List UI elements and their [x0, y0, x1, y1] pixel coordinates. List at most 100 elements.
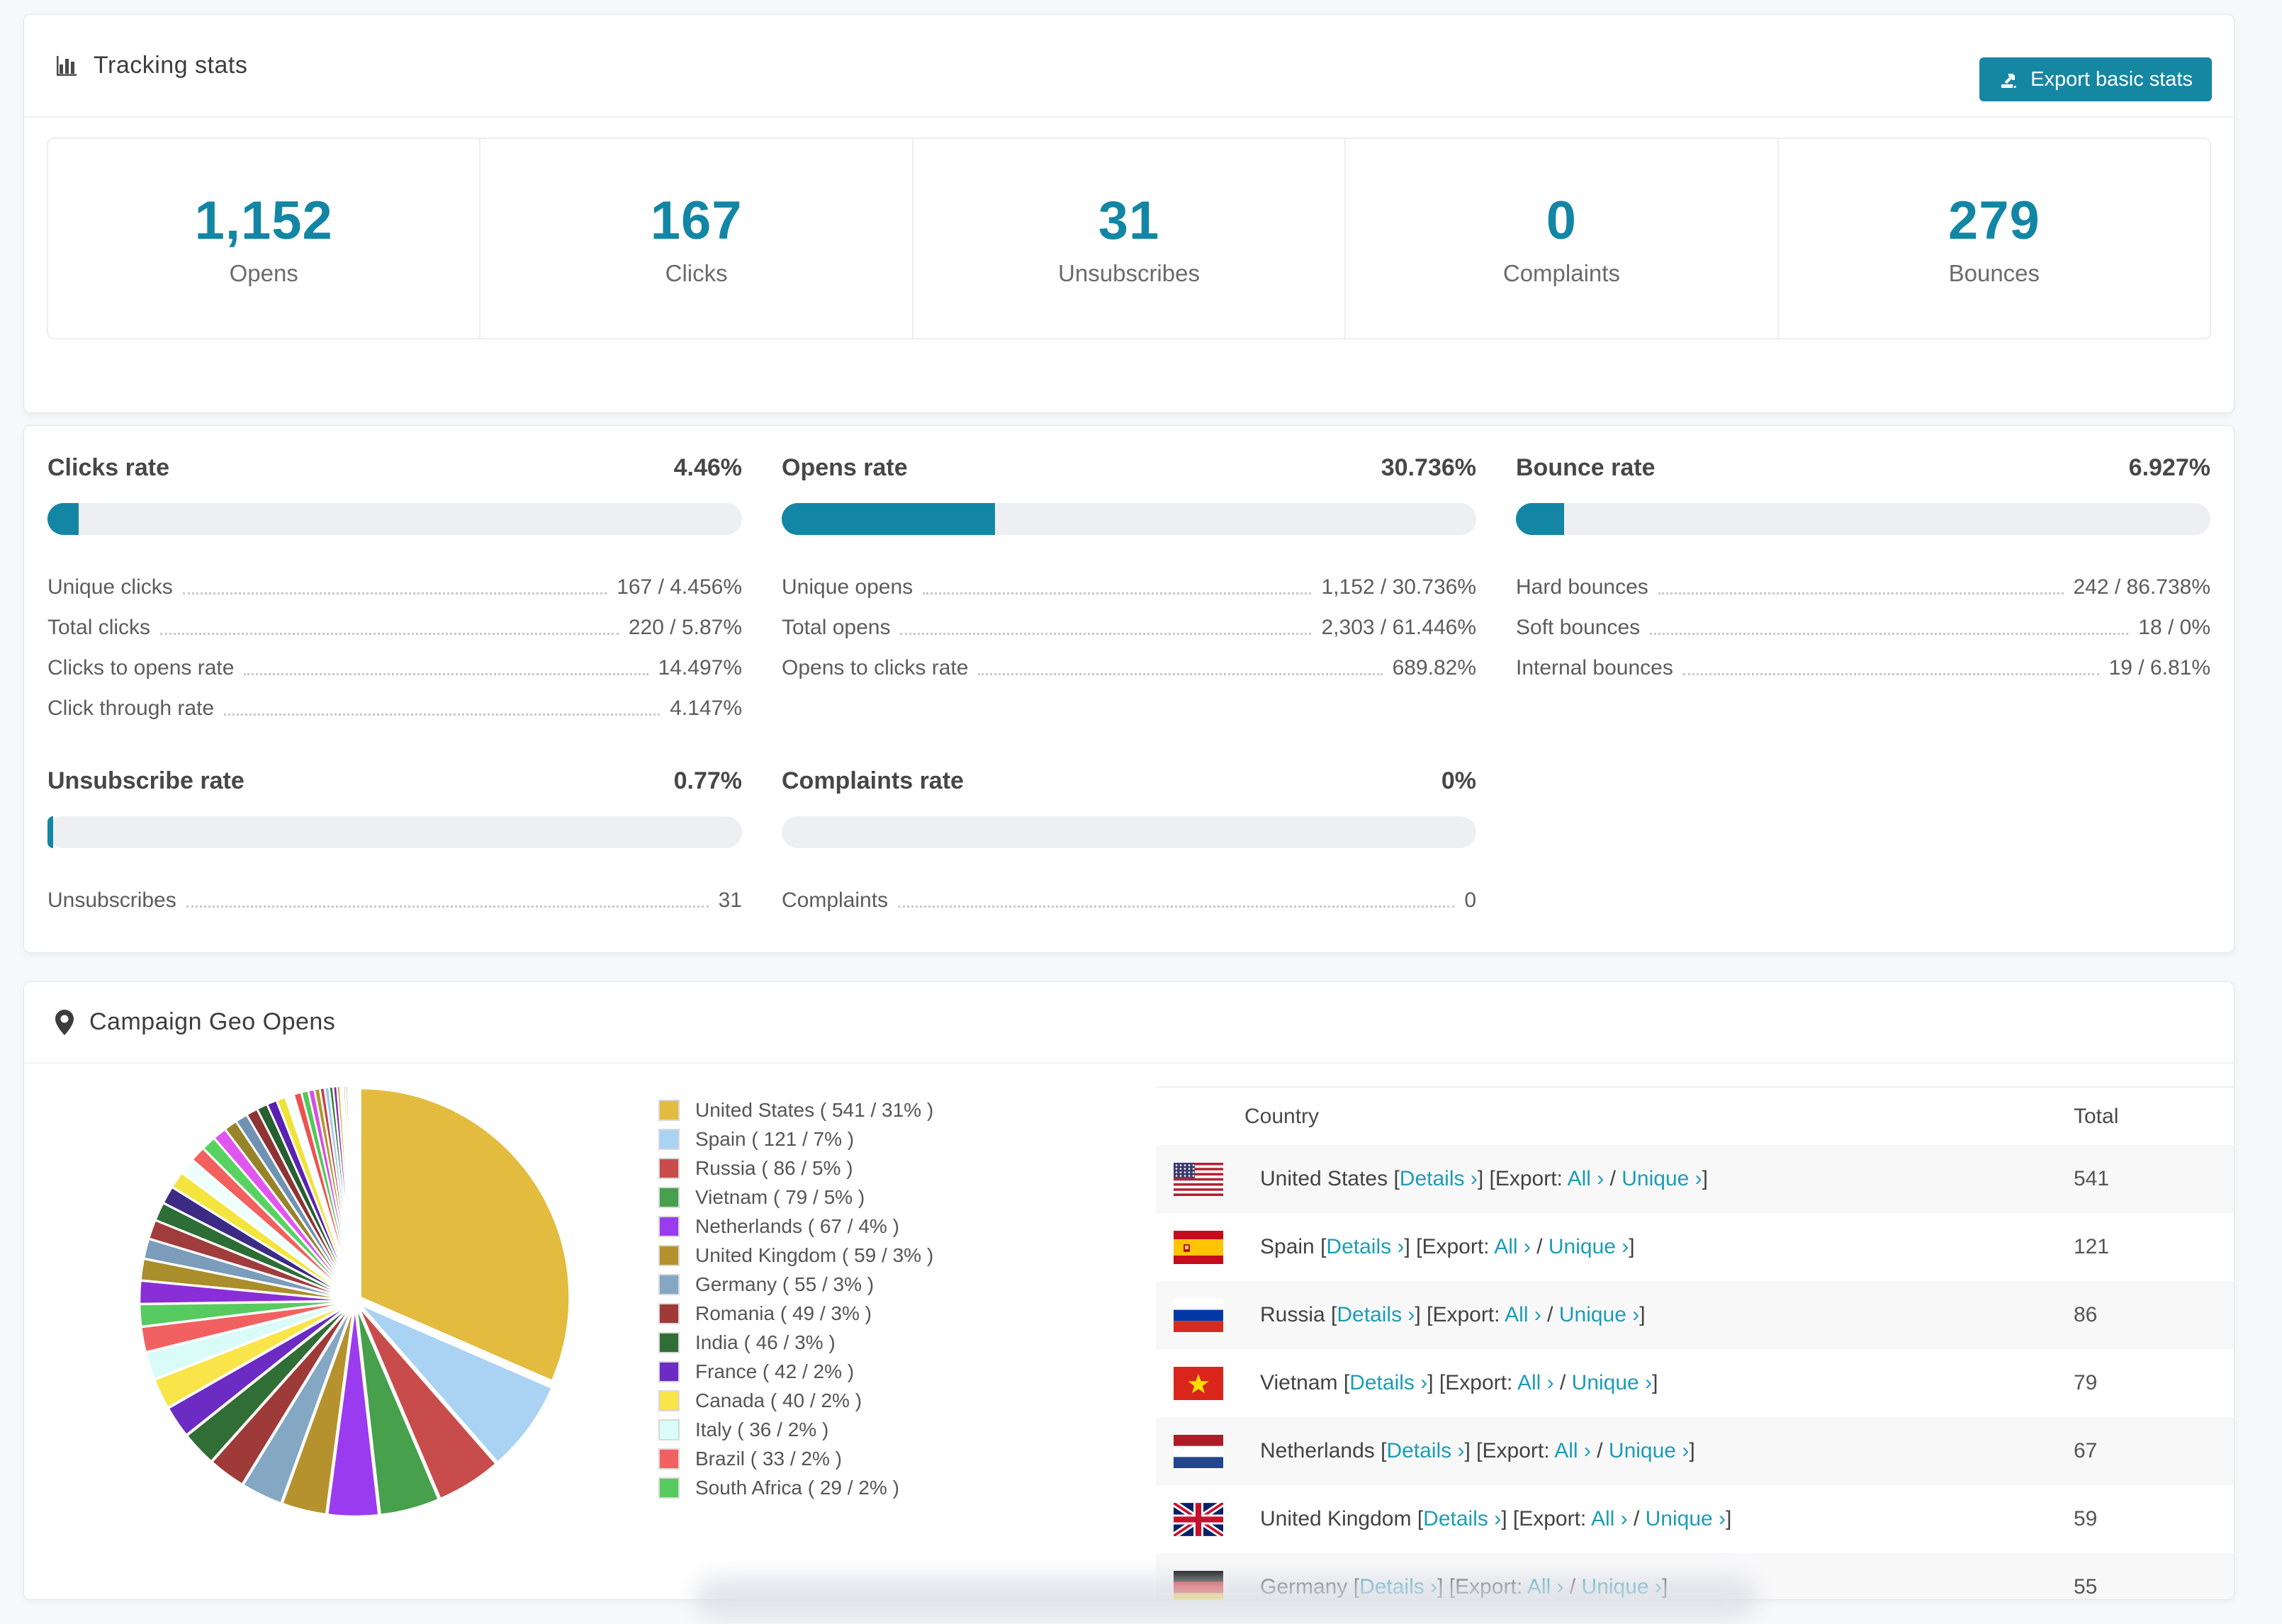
tracking-stats-header: Tracking stats [24, 15, 2234, 118]
total-value: 86 [2074, 1303, 2098, 1326]
legend-label: Italy ( 36 / 2% ) [695, 1418, 829, 1440]
country-cell: Netherlands [Details ›] [Export: All › /… [1260, 1439, 2074, 1463]
legend-label: India ( 46 / 3% ) [695, 1331, 836, 1353]
table-body: United States [Details ›] [Export: All ›… [1156, 1145, 2234, 1599]
stat-value: 1,152 [194, 191, 333, 251]
export-label: Export: [1482, 1439, 1550, 1462]
export-all-link[interactable]: All › [1517, 1371, 1554, 1394]
country-flag-icon [1174, 1298, 1223, 1332]
rate-panel-head: Opens rate 30.736% [782, 454, 1476, 482]
legend-label: Vietnam ( 79 / 5% ) [695, 1185, 865, 1208]
export-unique-link[interactable]: Unique › [1548, 1235, 1629, 1258]
bracket-text: ] [1689, 1439, 1695, 1462]
stat-box: 1,152 Opens [48, 139, 481, 338]
table-row: Spain [Details ›] [Export: All › / Uniqu… [1156, 1213, 2234, 1281]
bracket-text: ] [ [1415, 1303, 1433, 1326]
export-all-link[interactable]: All › [1554, 1439, 1591, 1462]
export-all-link[interactable]: All › [1591, 1507, 1628, 1530]
country-cell: Vietnam [Details ›] [Export: All › / Uni… [1260, 1371, 2074, 1395]
country-name: Russia [1260, 1303, 1325, 1326]
details-link[interactable]: Details › [1349, 1371, 1427, 1394]
details-link[interactable]: Details › [1386, 1439, 1464, 1462]
slash-text: / [1541, 1303, 1559, 1326]
total-value: 59 [2074, 1507, 2098, 1530]
rate-stat-row: Opens to clicks rate 689.82% [782, 643, 1476, 683]
slash-text: / [1590, 1439, 1609, 1462]
tracking-stats-page: Tracking stats Export basic stats 1,152 … [0, 0, 2282, 1624]
legend-item: Vietnam ( 79 / 5% ) [658, 1183, 933, 1212]
stat-value: 0 [1546, 191, 1578, 251]
dotted-leader [923, 592, 1312, 594]
slash-text: / [1530, 1235, 1548, 1258]
export-all-link[interactable]: All › [1568, 1167, 1604, 1190]
total-column-header: Total [2074, 1104, 2119, 1128]
rate-rows: Complaints 0 [782, 875, 1476, 915]
details-link[interactable]: Details › [1326, 1235, 1404, 1258]
bracket-text: ] [ [1404, 1235, 1422, 1258]
rate-title: Clicks rate [47, 454, 169, 481]
details-link[interactable]: Details › [1423, 1507, 1501, 1530]
rate-stat-label: Total opens [782, 616, 891, 639]
rate-value: 6.927% [2128, 454, 2210, 481]
slash-text: / [1604, 1167, 1622, 1190]
export-unique-link[interactable]: Unique › [1559, 1303, 1639, 1326]
rate-panel-head: Unsubscribe rate 0.77% [47, 767, 742, 795]
rate-stat-label: Click through rate [47, 697, 215, 720]
legend-swatch [658, 1477, 680, 1499]
legend-swatch [658, 1419, 680, 1440]
table-row: Vietnam [Details ›] [Export: All › / Uni… [1156, 1349, 2234, 1417]
legend-item: Russia ( 86 / 5% ) [658, 1154, 933, 1183]
stat-label: Unsubscribes [1058, 260, 1200, 286]
bracket-text: ] [ [1464, 1439, 1483, 1462]
rate-stat-value: 242 / 86.738% [2073, 575, 2211, 599]
export-button-label: Export basic stats [2030, 67, 2193, 91]
rate-rows: Unique clicks 167 / 4.456% Total clicks … [47, 562, 742, 723]
rate-stat-label: Unique clicks [47, 575, 173, 599]
rate-panel: Clicks rate 4.46% Unique clicks 167 / 4.… [47, 454, 742, 723]
dotted-leader [244, 673, 648, 675]
rates-grid: Clicks rate 4.46% Unique clicks 167 / 4.… [24, 426, 2234, 915]
dotted-leader [182, 592, 607, 594]
export-unique-link[interactable]: Unique › [1609, 1439, 1689, 1462]
bracket-text: ] [ [1501, 1507, 1519, 1530]
export-unique-link[interactable]: Unique › [1572, 1371, 1652, 1394]
rate-stat-row: Internal bounces 19 / 6.81% [1516, 643, 2210, 683]
rate-title: Opens rate [782, 454, 908, 481]
progress-bar-fill [782, 503, 996, 535]
rate-panel: Complaints rate 0% Complaints 0 [782, 767, 1476, 915]
geo-opens-pie-chart[interactable] [121, 1067, 589, 1535]
export-all-link[interactable]: All › [1505, 1303, 1541, 1326]
rate-stat-row: Clicks to opens rate 14.497% [47, 643, 742, 683]
rate-rows: Unique opens 1,152 / 30.736% Total opens… [782, 562, 1476, 683]
dotted-leader [160, 633, 619, 635]
legend-swatch [658, 1331, 680, 1353]
export-unique-link[interactable]: Unique › [1621, 1167, 1702, 1190]
country-column-header: Country [1244, 1104, 1320, 1128]
progress-bar [1516, 503, 2210, 535]
stat-label: Complaints [1502, 260, 1620, 286]
dotted-leader [186, 906, 709, 908]
rate-stat-row: Total clicks 220 / 5.87% [47, 602, 742, 643]
export-unique-link[interactable]: Unique › [1646, 1507, 1726, 1530]
bracket-text: [ [1417, 1507, 1424, 1530]
pie-slice-other[interactable] [353, 1084, 356, 1296]
country-flag-icon [1174, 1162, 1223, 1196]
country-flag-icon [1174, 1434, 1223, 1468]
details-link[interactable]: Details › [1400, 1167, 1478, 1190]
rate-stat-row: Total opens 2,303 / 61.446% [782, 602, 1476, 643]
rate-stat-label: Unsubscribes [47, 889, 176, 912]
export-basic-stats-button[interactable]: Export basic stats [1979, 57, 2212, 101]
rate-stat-row: Unique clicks 167 / 4.456% [47, 562, 742, 602]
country-name: United Kingdom [1260, 1507, 1412, 1530]
legend-label: South Africa ( 29 / 2% ) [695, 1476, 899, 1499]
rate-stat-row: Unsubscribes 31 [47, 875, 742, 915]
export-all-link[interactable]: All › [1494, 1235, 1531, 1258]
rate-stat-value: 19 / 6.81% [2108, 656, 2210, 680]
rate-stat-label: Total clicks [47, 616, 151, 639]
table-row: Russia [Details ›] [Export: All › / Uniq… [1156, 1281, 2234, 1349]
details-link[interactable]: Details › [1337, 1303, 1415, 1326]
progress-bar [47, 503, 742, 535]
bracket-text: ] [1726, 1507, 1732, 1530]
legend-swatch [658, 1448, 680, 1470]
